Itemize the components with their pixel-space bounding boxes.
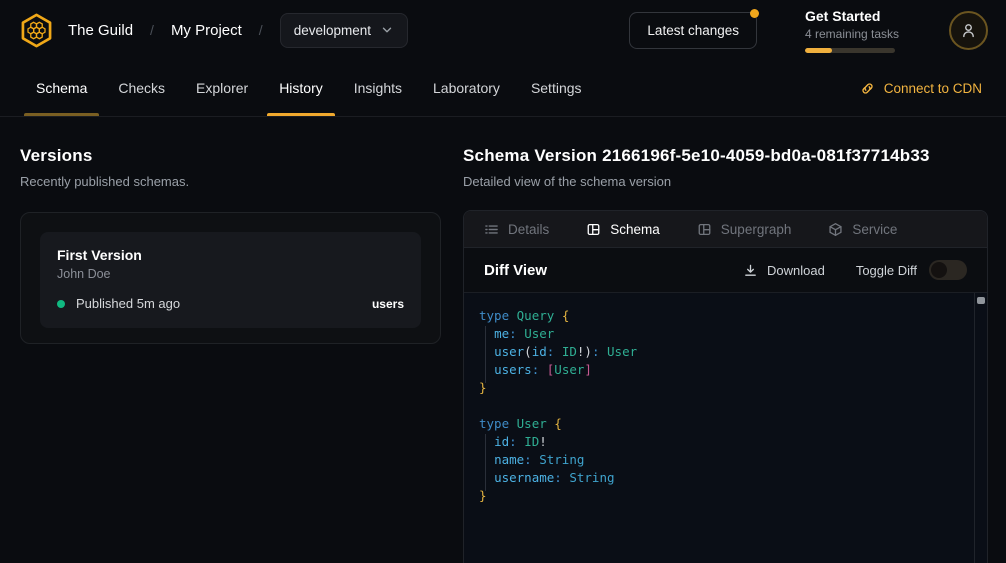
list-icon (484, 222, 499, 237)
tab-schema-inner[interactable]: Schema (586, 222, 660, 237)
tab-schema-inner-label: Schema (610, 222, 660, 237)
code-line: users: [User] (479, 361, 967, 379)
toggle-diff-knob (931, 262, 947, 278)
download-icon (743, 263, 758, 278)
tab-explorer[interactable]: Explorer (184, 60, 260, 116)
schema-code-viewer[interactable]: type Query { me: User user(id: ID!): Use… (464, 293, 987, 563)
code-line: username: String (479, 469, 967, 487)
progress-bar (805, 48, 895, 53)
versions-title: Versions (20, 146, 441, 166)
code-scrollbar[interactable] (974, 293, 987, 563)
user-icon (960, 22, 977, 39)
versions-subtitle: Recently published schemas. (20, 174, 441, 189)
diff-view-title: Diff View (484, 262, 547, 279)
top-header: The Guild / My Project / development Lat… (0, 0, 1006, 60)
tab-supergraph-label: Supergraph (721, 222, 792, 237)
version-name: First Version (57, 247, 404, 263)
code-line: } (479, 379, 967, 397)
version-service-badge: users (372, 297, 404, 311)
published-status-dot (57, 300, 65, 308)
code-line: type Query { (479, 307, 967, 325)
code-block: type Query { me: User user(id: ID!): Use… (479, 307, 967, 505)
diff-actions: Download Toggle Diff (743, 260, 967, 280)
avatar[interactable] (949, 11, 988, 50)
code-line: user(id: ID!): User (479, 343, 967, 361)
version-detail-card: Details Schema Super (463, 210, 988, 563)
version-detail-subtitle: Detailed view of the schema version (463, 174, 988, 189)
tab-supergraph[interactable]: Supergraph (697, 222, 792, 237)
download-button[interactable]: Download (743, 263, 825, 278)
chevron-down-icon (380, 23, 394, 37)
version-meta-row: Published 5m ago users (57, 296, 404, 311)
toggle-diff-label: Toggle Diff (856, 263, 917, 278)
version-status: Published 5m ago (76, 296, 180, 311)
code-line: name: String (479, 451, 967, 469)
main-content: Versions Recently published schemas. Fir… (0, 117, 1006, 563)
tab-insights[interactable]: Insights (342, 60, 414, 116)
tab-settings[interactable]: Settings (519, 60, 594, 116)
nav-spacer (601, 60, 860, 116)
link-icon (860, 81, 875, 96)
app-root: The Guild / My Project / development Lat… (0, 0, 1006, 563)
hive-logo-icon[interactable] (18, 12, 55, 49)
connect-cdn-link[interactable]: Connect to CDN (860, 60, 982, 116)
toggle-diff-switch[interactable] (929, 260, 967, 280)
version-detail-panel: Schema Version 2166196f-5e10-4059-bd0a-0… (463, 117, 1006, 563)
progress-fill (805, 48, 832, 53)
version-author: John Doe (57, 267, 404, 281)
version-detail-title: Schema Version 2166196f-5e10-4059-bd0a-0… (463, 146, 988, 166)
breadcrumb: The Guild / My Project / development (68, 13, 408, 48)
target-selector-value: development (294, 23, 371, 38)
breadcrumb-org[interactable]: The Guild (68, 22, 133, 39)
indent-guide (485, 326, 486, 383)
get-started-widget[interactable]: Get Started 4 remaining tasks (805, 8, 897, 53)
versions-list: First Version John Doe Published 5m ago … (20, 212, 441, 344)
tab-service-label: Service (852, 222, 897, 237)
target-selector[interactable]: development (280, 13, 408, 48)
code-line: id: ID! (479, 433, 967, 451)
panels-icon (586, 222, 601, 237)
panels-icon (697, 222, 712, 237)
breadcrumb-separator: / (259, 22, 263, 38)
detail-tab-strip: Details Schema Super (464, 211, 987, 248)
tab-checks[interactable]: Checks (106, 60, 177, 116)
connect-cdn-label: Connect to CDN (884, 81, 982, 96)
target-nav-tabs: Schema Checks Explorer History Insights … (0, 60, 1006, 117)
get-started-subtitle: 4 remaining tasks (805, 27, 897, 41)
versions-panel: Versions Recently published schemas. Fir… (0, 117, 463, 563)
tab-laboratory[interactable]: Laboratory (421, 60, 512, 116)
tab-history[interactable]: History (267, 60, 335, 116)
indent-guide (485, 434, 486, 491)
breadcrumb-project[interactable]: My Project (171, 22, 242, 39)
version-list-item[interactable]: First Version John Doe Published 5m ago … (40, 232, 421, 328)
get-started-title: Get Started (805, 8, 897, 24)
latest-changes-label: Latest changes (647, 23, 739, 38)
code-line (479, 397, 967, 415)
breadcrumb-separator: / (150, 22, 154, 38)
cube-icon (828, 222, 843, 237)
tab-service[interactable]: Service (828, 222, 897, 237)
code-line: me: User (479, 325, 967, 343)
code-scrollbar-thumb[interactable] (977, 297, 985, 304)
code-line: } (479, 487, 967, 505)
code-line: type User { (479, 415, 967, 433)
notification-dot (750, 9, 759, 18)
latest-changes-button[interactable]: Latest changes (629, 12, 757, 49)
download-label: Download (767, 263, 825, 278)
tab-details-label: Details (508, 222, 549, 237)
diff-view-header: Diff View Download Toggle Diff (464, 248, 987, 293)
tab-schema[interactable]: Schema (24, 60, 99, 116)
tab-details[interactable]: Details (484, 222, 549, 237)
